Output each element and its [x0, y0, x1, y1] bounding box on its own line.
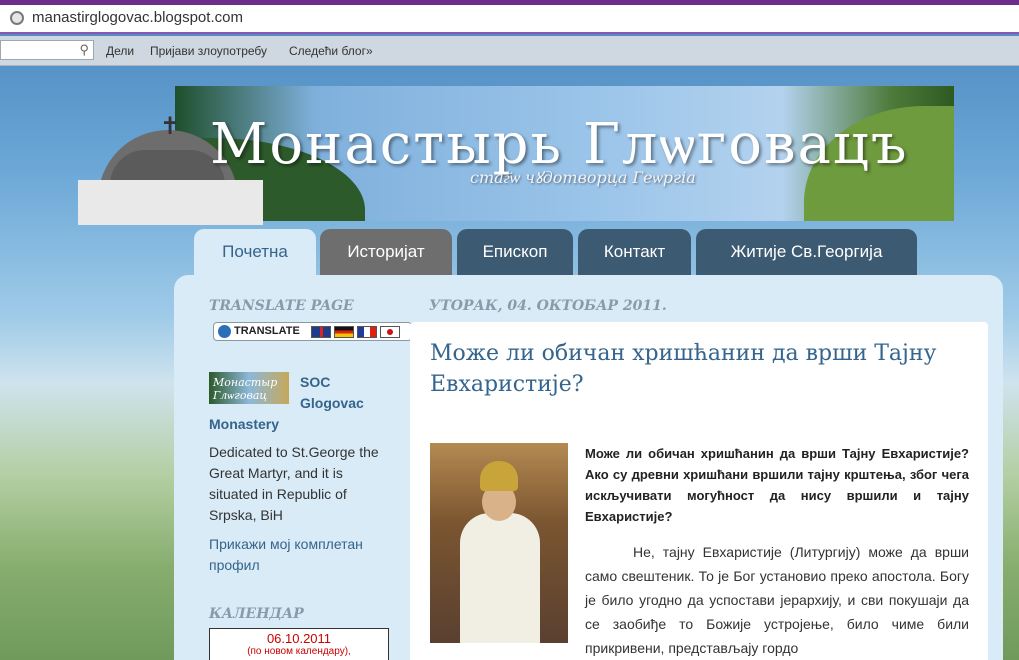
uk-flag-icon[interactable] [311, 326, 331, 338]
profile-name[interactable]: Glogovac [300, 395, 364, 411]
priest-mitre [480, 461, 518, 491]
french-flag-icon[interactable] [357, 326, 377, 338]
profile-link[interactable]: Прикажи мој комплетан профил [209, 534, 389, 576]
globe-icon [10, 11, 24, 25]
german-flag-icon[interactable] [334, 326, 354, 338]
tab-bishop[interactable]: Епископ [457, 229, 573, 275]
translate-heading: TRANSLATE PAGE [209, 298, 354, 314]
tab-history[interactable]: Историјат [320, 229, 452, 275]
share-link[interactable]: Дели [106, 44, 134, 58]
next-blog-link[interactable]: Следећи блог» [289, 44, 373, 58]
profile-image[interactable]: Монастыр Глѡговац [209, 372, 289, 404]
translate-label[interactable]: TRANSLATE [234, 325, 300, 337]
post-title[interactable]: Може ли обичан хришћанин да врши Тајну Е… [430, 338, 970, 400]
japanese-flag-icon[interactable] [380, 326, 400, 338]
url-text[interactable]: manastirglogovac.blogspot.com [32, 9, 243, 26]
profile-description: Dedicated to St.George the Great Martyr,… [209, 444, 379, 523]
search-icon[interactable]: ⚲ [79, 42, 89, 58]
translate-widget[interactable]: TRANSLATE [213, 322, 412, 341]
tab-contact[interactable]: Контакт [578, 229, 691, 275]
post-lead: Може ли обичан хришћанин да врши Тајну Е… [585, 446, 969, 524]
header-subtitle: стаг҃ѡ чꙋдотворца Геѡргіа [470, 168, 696, 187]
globe-icon [218, 325, 231, 338]
tab-home[interactable]: Почетна [194, 229, 316, 275]
report-abuse-link[interactable]: Пријави злоупотребу [150, 44, 267, 58]
blogger-navbar: ⚲ Дели Пријави злоупотребу Следећи блог» [0, 36, 1019, 66]
navbar-search-input[interactable]: ⚲ [0, 40, 94, 60]
profile-name[interactable]: Monastery [209, 416, 279, 432]
post-date: УТОРАК, 04. ОКТОБАР 2011. [429, 298, 667, 314]
priest-robe [460, 513, 540, 643]
profile-image-text: Монастыр Глѡговац [213, 376, 278, 402]
cross-icon: ✝ [160, 113, 181, 140]
calendar-heading: КАЛЕНДАР [209, 606, 304, 622]
calendar-date: 06.10.2011 [266, 631, 332, 646]
calendar-widget: 06.10.2011 (по новом календару), [209, 628, 389, 660]
calendar-note: (по новом календару), [247, 646, 351, 657]
church-wall [78, 180, 263, 225]
tab-st-george[interactable]: Житије Св.Георгија [696, 229, 917, 275]
post-body: Не, тајну Евхаристије (Литургију) може д… [585, 544, 969, 656]
address-bar[interactable]: manastirglogovac.blogspot.com [0, 5, 1019, 34]
profile-name[interactable]: SOC [300, 374, 330, 390]
post-image[interactable] [430, 443, 568, 643]
